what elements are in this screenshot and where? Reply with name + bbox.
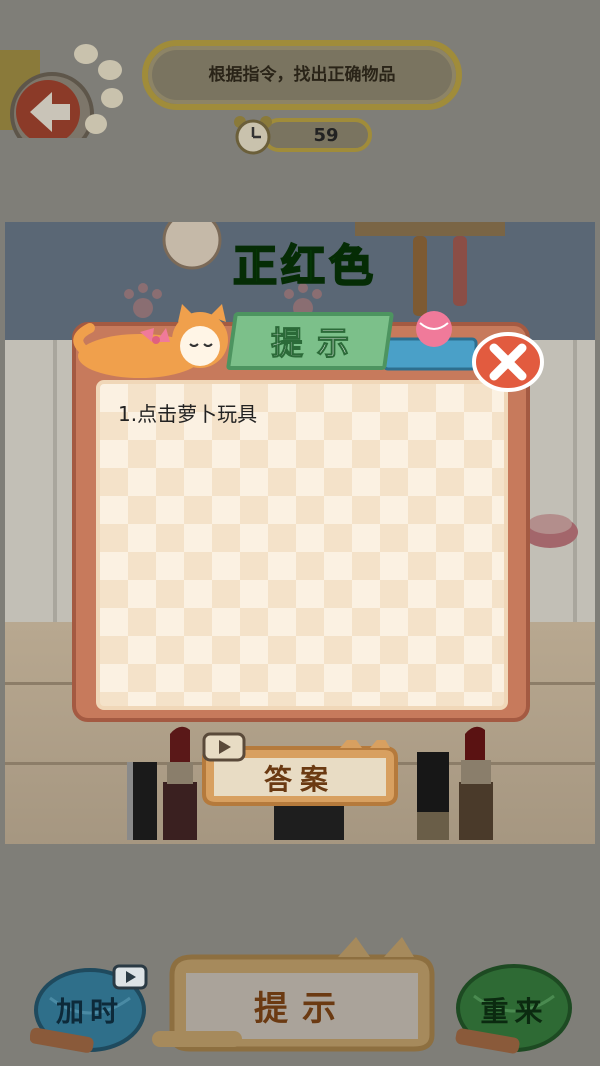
close-icon xyxy=(472,332,544,392)
target-word: 正红色 xyxy=(232,240,377,293)
timer-value: 59 xyxy=(313,124,339,146)
sleeping-cat-icon xyxy=(73,304,228,378)
paw-back-arrow-icon xyxy=(0,44,123,156)
add-time-label: 加时 xyxy=(55,995,124,1028)
back-button[interactable] xyxy=(0,40,128,156)
close-button[interactable] xyxy=(470,330,546,394)
hint-button[interactable]: 提示 xyxy=(152,935,452,1053)
alarm-clock-icon xyxy=(230,114,276,156)
answer-button[interactable]: 答案 xyxy=(190,732,410,810)
instruction-banner: 根据指令，找出正确物品 xyxy=(142,40,462,110)
hint-line-1: 1.点击萝卜玩具 xyxy=(118,402,258,426)
add-time-button[interactable]: 加时 xyxy=(30,958,150,1054)
hint-dialog-content xyxy=(96,380,508,710)
timer-display: 59 xyxy=(262,118,372,152)
hint-dialog-title: 提示 xyxy=(270,324,363,363)
restart-label: 重来 xyxy=(480,995,549,1028)
lipstick-item-3[interactable] xyxy=(413,722,503,842)
instruction-text: 根据指令，找出正确物品 xyxy=(208,65,396,85)
restart-button[interactable]: 重来 xyxy=(452,958,577,1054)
video-ad-icon xyxy=(112,964,148,990)
hint-dialog-title-tab: 提示 xyxy=(225,312,395,370)
books-yarn-icon xyxy=(382,311,478,371)
hint-button-label: 提示 xyxy=(254,989,350,1029)
answer-button-label: 答案 xyxy=(263,763,336,796)
